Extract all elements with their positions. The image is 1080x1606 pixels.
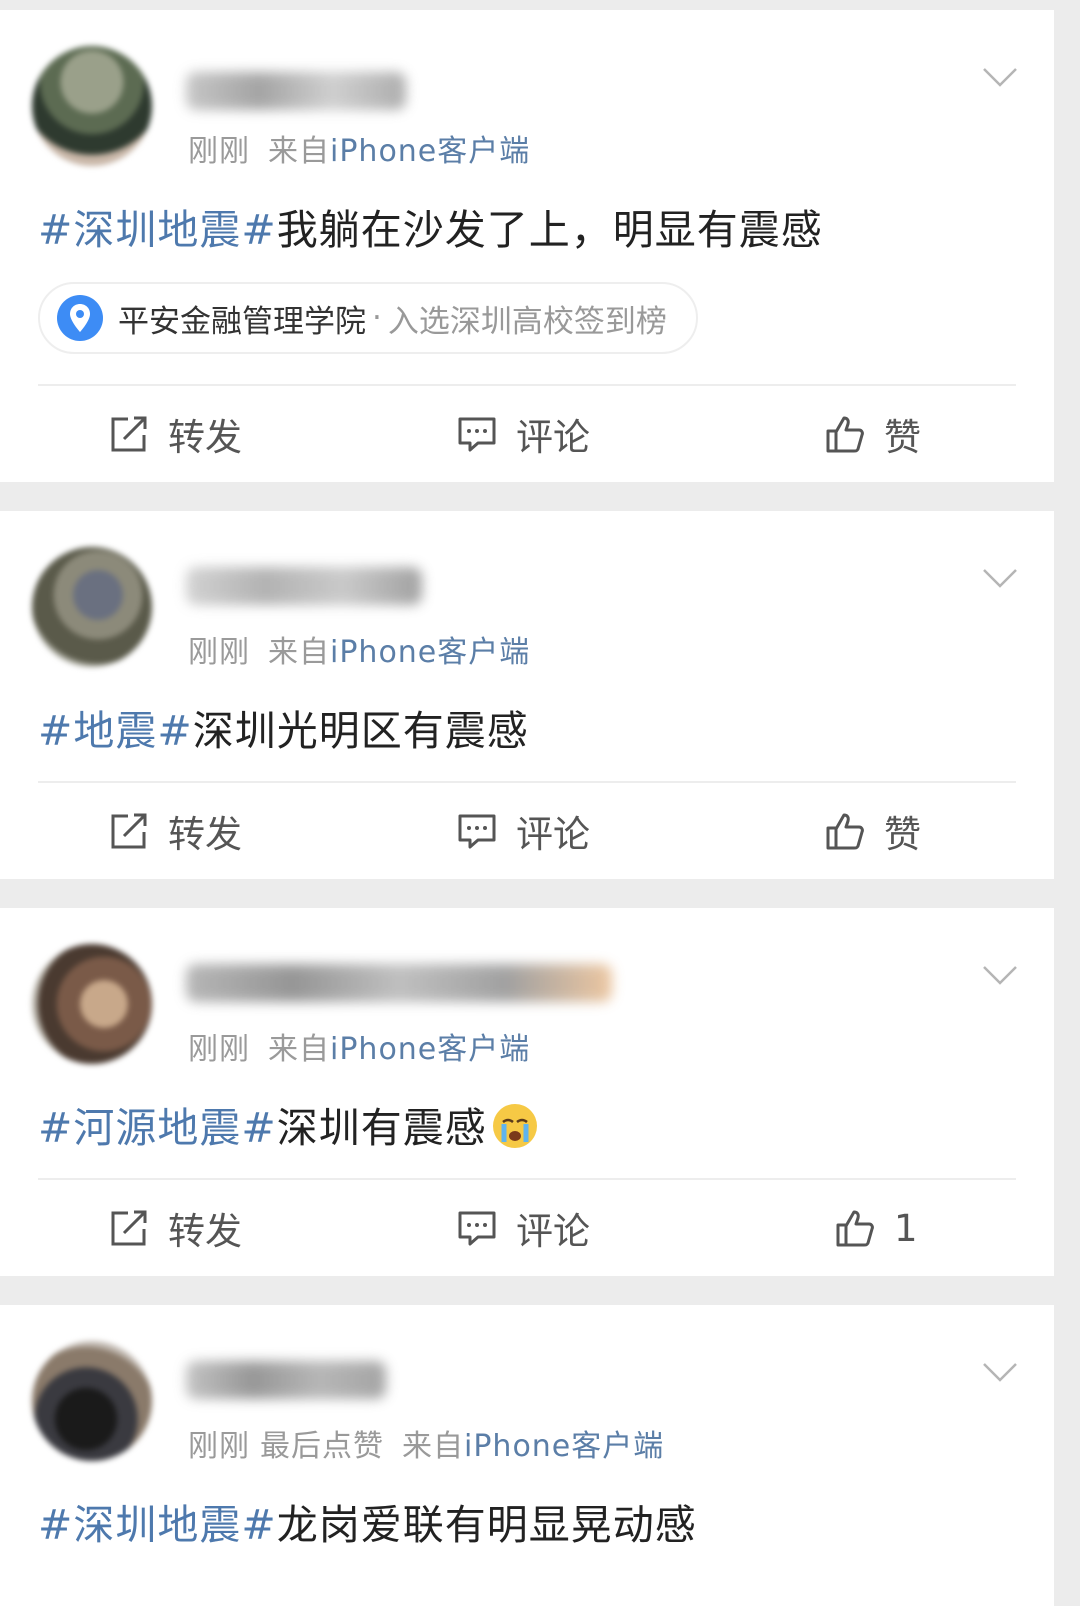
username-blurred[interactable] (186, 72, 406, 110)
post-meta: 刚刚 最后点赞 来自iPhone客户端 (188, 1421, 664, 1465)
source-prefix: 来自 (402, 1429, 464, 1464)
source-prefix: 来自 (268, 635, 330, 670)
avatar[interactable] (32, 944, 152, 1064)
username-blurred[interactable] (186, 1361, 386, 1399)
action-bar: 转发 评论 赞 (0, 386, 1054, 482)
location-pin-icon (57, 295, 103, 341)
repost-label: 转发 (168, 813, 242, 856)
post-meta: 刚刚 来自iPhone客户端 (188, 126, 530, 170)
location-rank: 入选深圳高校签到榜 (387, 303, 667, 340)
crying-face-emoji (492, 1104, 537, 1148)
avatar[interactable] (32, 1341, 152, 1461)
like-icon (826, 416, 864, 453)
post-content: #河源地震#深圳有震感 (38, 1094, 539, 1154)
repost-button[interactable]: 转发 (108, 386, 242, 482)
comment-button[interactable]: 评论 (456, 1180, 590, 1276)
post-text: 龙岗爱联有明显晃动感 (276, 1501, 697, 1549)
post-content: #地震#深圳光明区有震感 (38, 697, 529, 757)
like-icon (826, 813, 864, 850)
post-meta: 刚刚 来自iPhone客户端 (188, 627, 530, 671)
repost-label: 转发 (168, 1210, 242, 1253)
repost-button[interactable]: 转发 (108, 1180, 242, 1276)
repost-icon (111, 416, 147, 452)
source-prefix: 来自 (268, 1032, 330, 1067)
action-bar: 转发 评论 赞 (0, 783, 1054, 879)
post-card[interactable]: 刚刚 来自iPhone客户端 #深圳地震#我躺在沙发了上，明显有震感 平安金融管理… (0, 10, 1054, 482)
post-source[interactable]: iPhone客户端 (464, 1429, 664, 1464)
topic-link[interactable]: #河源地震# (38, 1104, 277, 1152)
post-time: 刚刚 (188, 635, 250, 670)
repost-icon (111, 1210, 147, 1246)
comment-icon (458, 1211, 496, 1246)
like-button[interactable]: 赞 (824, 783, 921, 879)
post-source[interactable]: iPhone客户端 (330, 1032, 530, 1067)
avatar[interactable] (32, 46, 152, 166)
post-source[interactable]: iPhone客户端 (330, 635, 530, 670)
chevron-down-icon[interactable] (982, 567, 1018, 589)
username-blurred[interactable] (186, 964, 612, 1002)
topic-link[interactable]: #地震# (38, 707, 193, 755)
post-card[interactable]: 刚刚 最后点赞 来自iPhone客户端 #深圳地震#龙岗爱联有明显晃动感 (0, 1305, 1054, 1606)
like-icon (836, 1210, 874, 1247)
like-label: 赞 (884, 416, 921, 459)
username-blurred[interactable] (186, 567, 422, 605)
comment-icon (458, 417, 496, 452)
comment-icon (458, 814, 496, 849)
comment-label: 评论 (516, 416, 590, 459)
post-content: #深圳地震#龙岗爱联有明显晃动感 (38, 1491, 697, 1551)
avatar[interactable] (32, 547, 152, 667)
like-label: 赞 (884, 813, 921, 856)
repost-icon (111, 813, 147, 849)
post-time: 刚刚 (188, 1032, 250, 1067)
action-bar: 转发 评论 1 (0, 1180, 1054, 1276)
comment-label: 评论 (516, 1210, 590, 1253)
repost-label: 转发 (168, 416, 242, 459)
comment-label: 评论 (516, 813, 590, 856)
post-text: 深圳光明区有震感 (192, 707, 529, 755)
location-separator: · (372, 300, 382, 336)
post-content: #深圳地震#我躺在沙发了上，明显有震感 (38, 196, 823, 256)
post-card[interactable]: 刚刚 来自iPhone客户端 #河源地震#深圳有震感 转发 评论 1 (0, 908, 1054, 1276)
comment-button[interactable]: 评论 (456, 386, 590, 482)
post-text: 深圳有震感 (276, 1104, 487, 1152)
repost-button[interactable]: 转发 (108, 783, 242, 879)
topic-link[interactable]: #深圳地震# (38, 1501, 277, 1549)
post-time: 刚刚 (188, 1429, 250, 1464)
post-card[interactable]: 刚刚 来自iPhone客户端 #地震#深圳光明区有震感 转发 评论 赞 (0, 511, 1054, 879)
post-text: 我躺在沙发了上，明显有震感 (276, 206, 823, 254)
location-tag[interactable]: 平安金融管理学院 · 入选深圳高校签到榜 (38, 282, 698, 354)
comment-button[interactable]: 评论 (456, 783, 590, 879)
source-prefix: 来自 (268, 134, 330, 169)
chevron-down-icon[interactable] (982, 66, 1018, 88)
post-meta: 刚刚 来自iPhone客户端 (188, 1024, 530, 1068)
chevron-down-icon[interactable] (982, 964, 1018, 986)
post-time: 刚刚 (188, 134, 250, 169)
post-extra: 最后点赞 (260, 1429, 384, 1464)
location-place: 平安金融管理学院 (118, 303, 366, 340)
like-count: 1 (894, 1206, 918, 1250)
like-button[interactable]: 1 (834, 1180, 918, 1276)
topic-link[interactable]: #深圳地震# (38, 206, 277, 254)
chevron-down-icon[interactable] (982, 1361, 1018, 1383)
post-source[interactable]: iPhone客户端 (330, 134, 530, 169)
like-button[interactable]: 赞 (824, 386, 921, 482)
